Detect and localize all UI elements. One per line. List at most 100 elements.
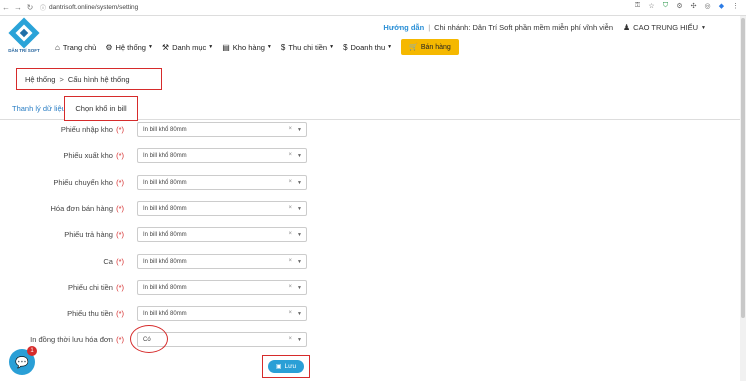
chevron-down-icon[interactable]: ▼ [297, 285, 302, 291]
form-row: Phiếu chi tiền (*) In bill khổ 80mm × ▼ [0, 280, 746, 296]
reload-icon[interactable]: ↻ [24, 2, 36, 14]
guide-link[interactable]: Hướng dẫn [383, 23, 424, 32]
form-row: In đồng thời lưu hóa đơn (*) Có × ▼ [0, 332, 746, 348]
menu-item-warehouse[interactable]: ▤ Kho hàng ▼ [222, 43, 272, 52]
clear-icon[interactable]: × [288, 205, 292, 211]
user-icon: ♟ [623, 23, 631, 32]
highlight-circle [130, 325, 168, 353]
dollar-icon: $ [343, 42, 348, 52]
field-label: Phiếu chuyển kho (*) [53, 178, 124, 187]
bill-size-select[interactable]: In bill khổ 80mm × ▼ [137, 306, 307, 321]
browser-toolbar: ← → ↻ ⓘ dantrisoft.online/system/setting… [0, 0, 746, 16]
save-highlight-box: ▣ Lưu [262, 355, 310, 378]
menu-item-label: Trang chủ [62, 42, 97, 52]
chat-widget[interactable]: 💬 1 [9, 346, 37, 375]
notification-badge: 1 [27, 346, 37, 356]
profile-extension-icon[interactable]: ◆ [717, 2, 726, 10]
chevron-down-icon[interactable]: ▼ [297, 127, 302, 133]
bill-size-select[interactable]: In bill khổ 80mm × ▼ [137, 201, 307, 216]
chevron-down-icon[interactable]: ▼ [297, 311, 302, 317]
bill-size-select[interactable]: In bill khổ 80mm × ▼ [137, 122, 307, 137]
bill-size-select[interactable]: In bill khổ 80mm × ▼ [137, 148, 307, 163]
clear-icon[interactable]: × [288, 336, 292, 342]
branch-info: Chi nhánh: Dân Trí Soft phần mềm miễn ph… [434, 23, 613, 32]
tab-bill-size[interactable]: Chọn khổ in bill [64, 96, 138, 121]
chevron-down-icon: ▼ [208, 44, 214, 50]
logo-mark [8, 17, 40, 49]
tab-bar: Thanh lý dữ liệu Chọn khổ in bill [0, 96, 746, 121]
sell-button-label: Bán hàng [420, 43, 451, 51]
clear-icon[interactable]: × [288, 258, 292, 264]
form-row: Ca (*) In bill khổ 80mm × ▼ [0, 254, 746, 270]
menu-item-system[interactable]: ⚙ Hệ thống ▼ [105, 43, 153, 52]
clear-icon[interactable]: × [288, 231, 292, 237]
bill-size-select[interactable]: In bill khổ 80mm × ▼ [137, 254, 307, 269]
breadcrumb-root[interactable]: Hệ thống [25, 75, 55, 84]
field-label: Ca (*) [103, 257, 124, 266]
breadcrumb: Hệ thống > Cấu hình hệ thống [16, 68, 162, 90]
clear-icon[interactable]: × [288, 179, 292, 185]
chevron-down-icon[interactable]: ▼ [297, 232, 302, 238]
kebab-menu-icon[interactable]: ⋮ [731, 2, 740, 10]
address-bar[interactable]: ⓘ dantrisoft.online/system/setting [40, 3, 138, 12]
menu-item-home[interactable]: ⌂ Trang chủ [55, 43, 96, 52]
chevron-down-icon[interactable]: ▼ [297, 180, 302, 186]
select-value: In bill khổ 80mm [143, 205, 187, 212]
form-row: Phiếu xuất kho (*) In bill khổ 80mm × ▼ [0, 148, 746, 164]
bookmark-star-icon[interactable]: ☆ [647, 2, 656, 10]
chat-bubble-icon: 💬 [15, 356, 29, 369]
shield-extension-icon[interactable]: ⛉ [661, 2, 670, 10]
key-icon[interactable]: ⚿ [633, 2, 642, 10]
select-value: In bill khổ 80mm [143, 152, 187, 159]
scrollbar[interactable] [740, 16, 746, 381]
chevron-down-icon[interactable]: ▼ [297, 206, 302, 212]
app-header: DÂN TRÍ SOFT Hướng dẫn | Chi nhánh: Dân … [0, 16, 746, 60]
main-menu: ⌂ Trang chủ ⚙ Hệ thống ▼ ⚒ Danh mục ▼ ▤ … [55, 39, 459, 55]
menu-item-label: Hệ thống [115, 42, 146, 52]
field-label: Hóa đơn bán hàng (*) [50, 204, 124, 213]
select-value: In bill khổ 80mm [143, 284, 187, 291]
form-row: Phiếu thu tiền (*) In bill khổ 80mm × ▼ [0, 306, 746, 322]
clear-icon[interactable]: × [288, 310, 292, 316]
back-icon[interactable]: ← [0, 2, 12, 14]
chevron-down-icon[interactable]: ▼ [297, 259, 302, 265]
separator: | [428, 23, 431, 32]
puzzle-icon[interactable]: ✣ [689, 2, 698, 10]
menu-item-catalog[interactable]: ⚒ Danh mục ▼ [162, 43, 213, 52]
menu-item-revenue[interactable]: $ Doanh thu ▼ [343, 43, 392, 52]
logo[interactable]: DÂN TRÍ SOFT [6, 17, 42, 56]
select-value: In bill khổ 80mm [143, 231, 187, 238]
bill-size-select[interactable]: In bill khổ 80mm × ▼ [137, 175, 307, 190]
clear-icon[interactable]: × [288, 284, 292, 290]
form-row: Hóa đơn bán hàng (*) In bill khổ 80mm × … [0, 201, 746, 217]
dollar-icon: $ [280, 42, 286, 52]
sell-button[interactable]: 🛒 Bán hàng [401, 39, 459, 55]
field-label: Phiếu thu tiền (*) [67, 309, 124, 318]
clear-icon[interactable]: × [288, 126, 292, 132]
floppy-disk-icon: ▣ [275, 364, 282, 370]
chevron-down-icon[interactable]: ▼ [297, 337, 302, 343]
menu-item-cashflow[interactable]: $ Thu chi tiền ▼ [281, 43, 334, 52]
extension-icon[interactable]: ⚙ [675, 2, 684, 10]
gear-icon: ⚙ [105, 42, 113, 52]
user-menu[interactable]: CAO TRUNG HIẾU [633, 23, 698, 32]
select-value: In bill khổ 80mm [143, 179, 187, 186]
breadcrumb-separator: > [59, 74, 64, 84]
bill-size-select[interactable]: In bill khổ 80mm × ▼ [137, 227, 307, 242]
tab-data-cleanup[interactable]: Thanh lý dữ liệu [12, 104, 66, 113]
scrollbar-thumb[interactable] [741, 18, 745, 318]
forward-icon[interactable]: → [12, 2, 24, 14]
form-row: Phiếu trả hàng (*) In bill khổ 80mm × ▼ [0, 227, 746, 243]
clear-icon[interactable]: × [288, 152, 292, 158]
logo-text: DÂN TRÍ SOFT [8, 48, 40, 53]
url-text: dantrisoft.online/system/setting [49, 4, 139, 11]
chevron-down-icon: ▼ [266, 44, 272, 50]
info-icon[interactable]: ⓘ [40, 3, 46, 12]
field-label: In đồng thời lưu hóa đơn (*) [30, 335, 124, 344]
sync-icon[interactable]: ◎ [703, 2, 712, 10]
menu-item-label: Thu chi tiền [288, 42, 328, 52]
chevron-down-icon: ▼ [387, 44, 393, 50]
chevron-down-icon[interactable]: ▼ [297, 153, 302, 159]
save-button[interactable]: ▣ Lưu [268, 360, 304, 373]
bill-size-select[interactable]: In bill khổ 80mm × ▼ [137, 280, 307, 295]
